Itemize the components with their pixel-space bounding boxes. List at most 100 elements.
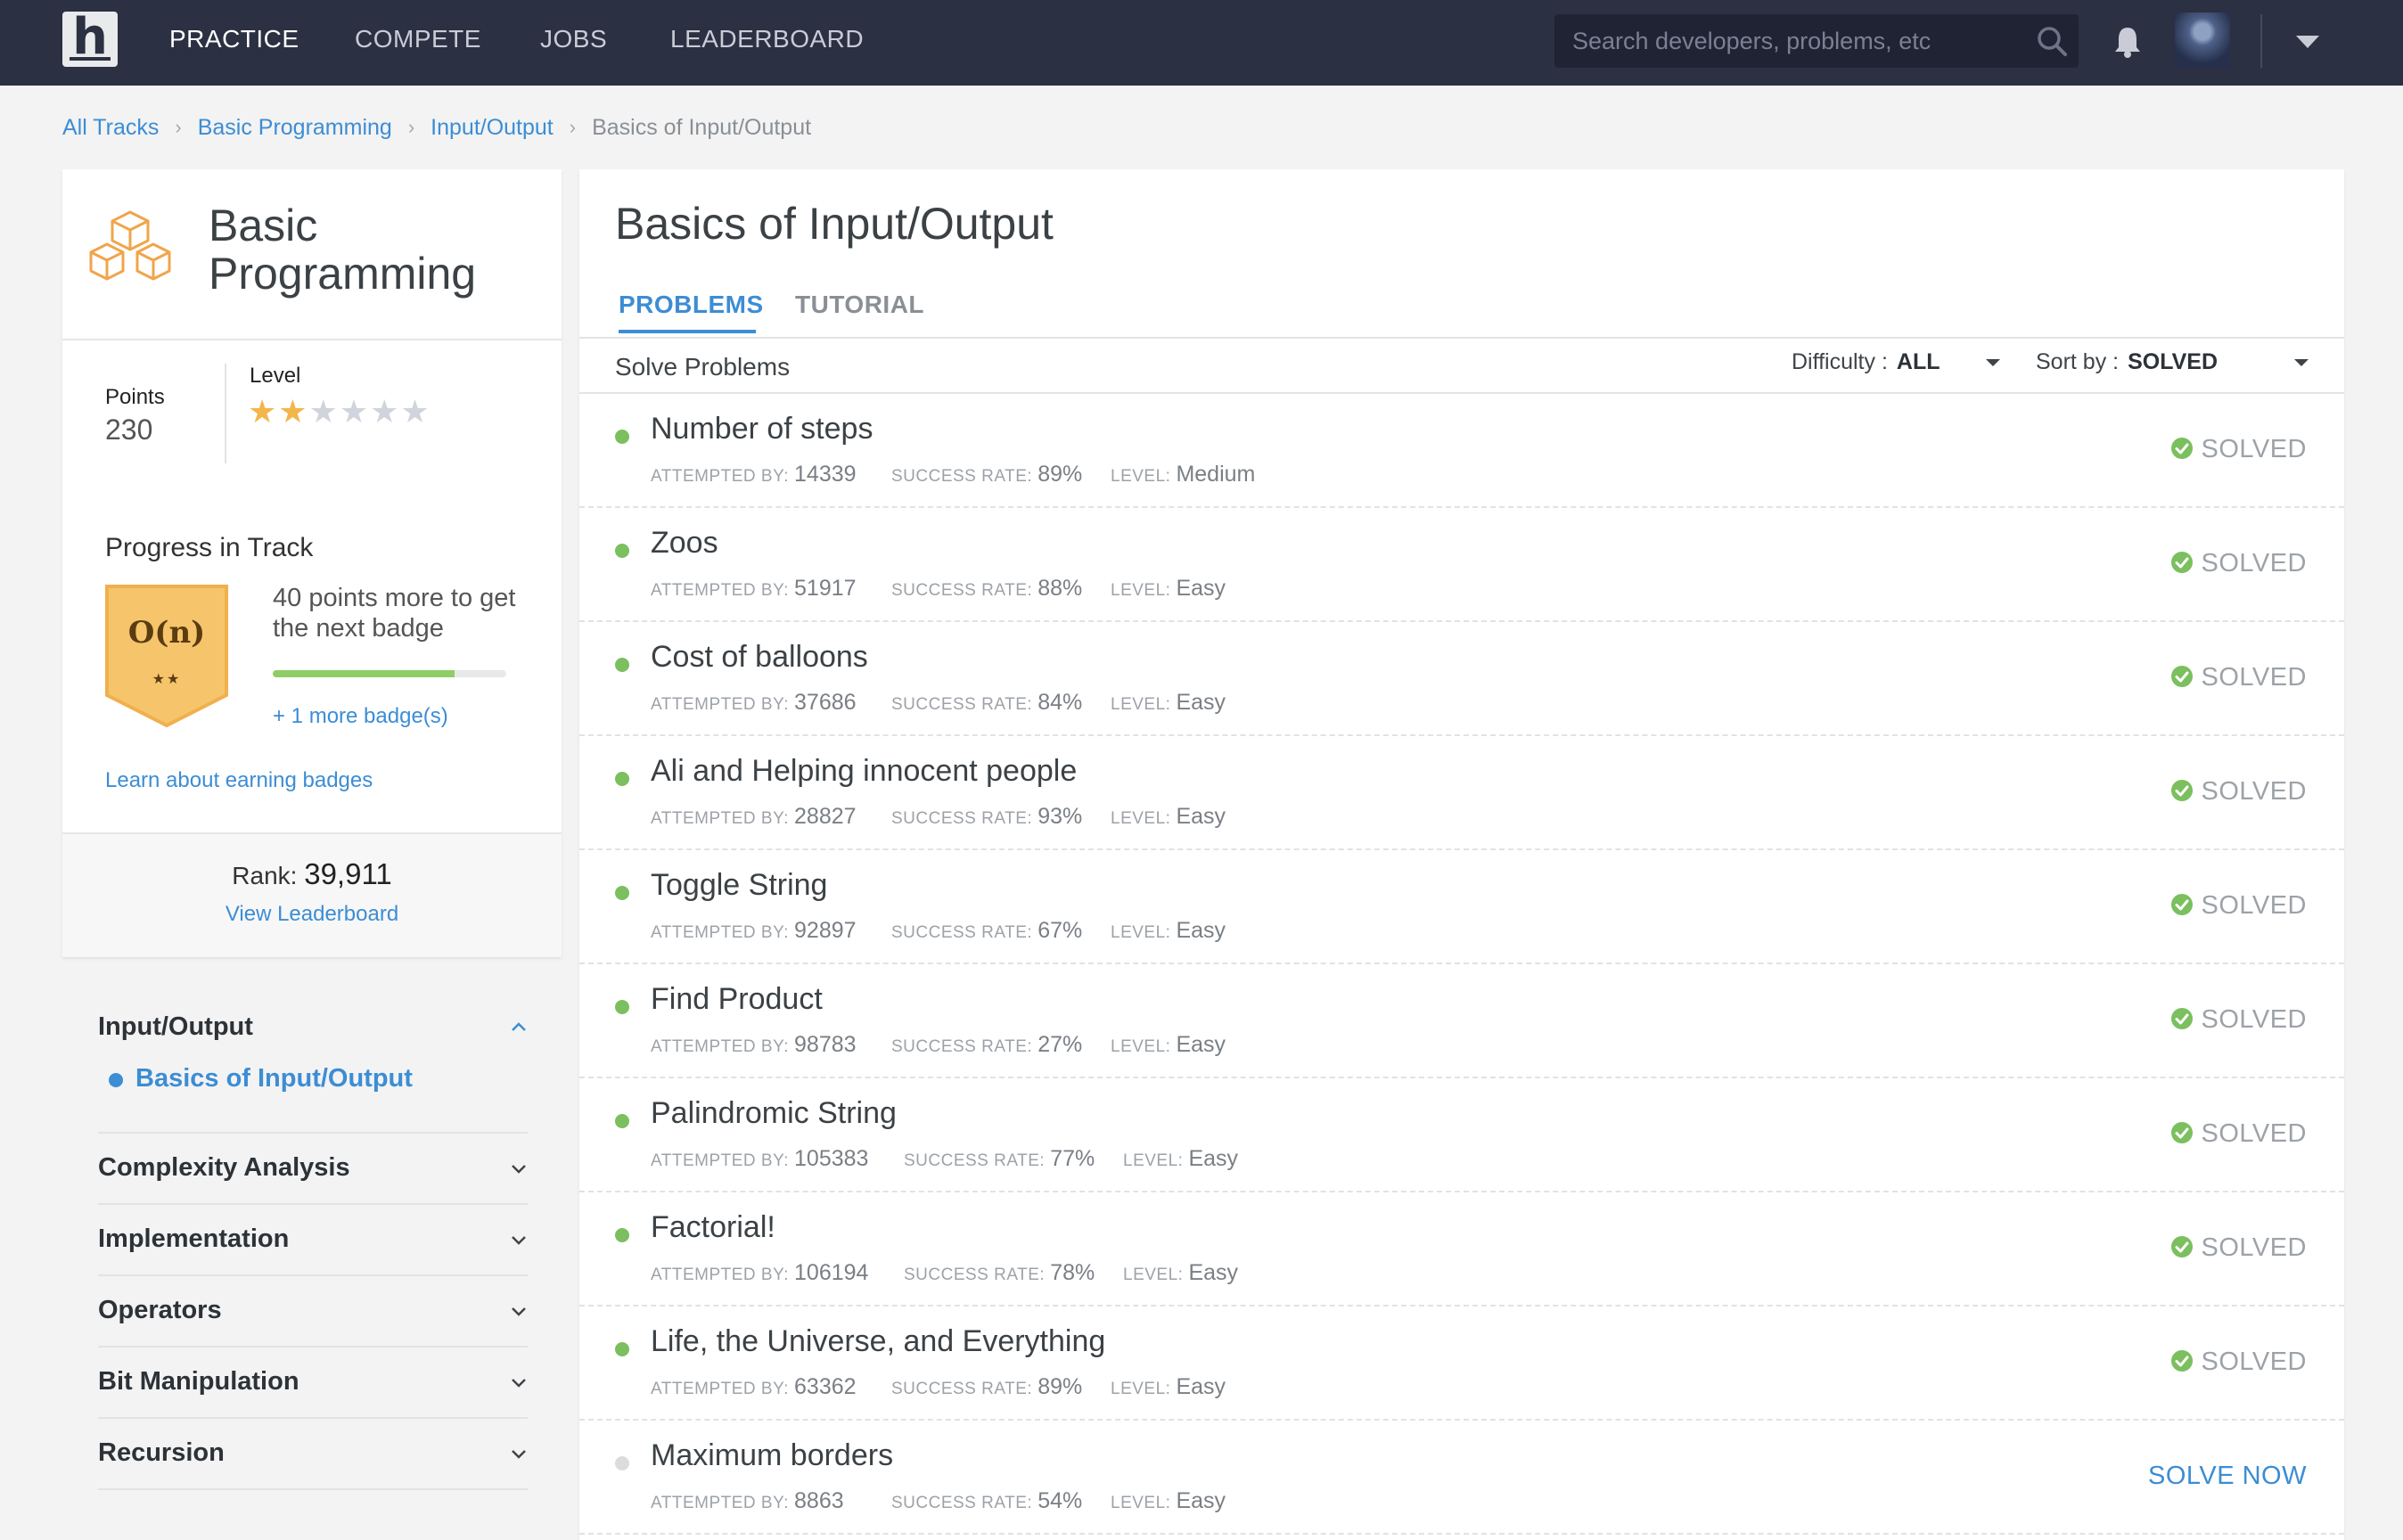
solved-label: SOLVED [2201, 549, 2307, 578]
problem-row[interactable]: Number of steps ATTEMPTED BY: 14339 SUCCESS… [579, 394, 2344, 508]
problem-row[interactable]: Cost of balloons ATTEMPTED BY: 37686 SUCCES… [579, 622, 2344, 736]
problem-name[interactable]: Palindromic String [651, 1096, 897, 1131]
attempted-by-label: ATTEMPTED BY: [651, 809, 790, 828]
sort-filter[interactable]: Sort by : SOLVED [2036, 349, 2218, 375]
problem-name[interactable]: Ali and Helping innocent people [651, 754, 1077, 789]
nav-compete[interactable]: COMPETE [355, 25, 481, 53]
problem-name[interactable]: Toggle String [651, 868, 827, 903]
success-rate: SUCCESS RATE: 67% [891, 918, 1082, 944]
difficulty-level-label: LEVEL: [1111, 1494, 1171, 1512]
problem-name[interactable]: Number of steps [651, 412, 873, 446]
check-circle-icon [2171, 1350, 2194, 1372]
user-avatar[interactable] [2175, 12, 2230, 68]
check-circle-icon [2171, 1008, 2194, 1029]
topic-label: Complexity Analysis [98, 1153, 350, 1182]
breadcrumb-current: Basics of Input/Output [592, 114, 812, 140]
difficulty-level-value: Easy [1176, 804, 1226, 829]
chevron-down-icon[interactable] [510, 1449, 528, 1460]
problem-row[interactable]: Zoos ATTEMPTED BY: 51917 SUCCESS RATE: 88% LE… [579, 508, 2344, 622]
problem-name[interactable]: Life, the Universe, and Everything [651, 1324, 1105, 1359]
problem-row[interactable]: Factorial! ATTEMPTED BY: 106194 SUCCESS RAT… [579, 1192, 2344, 1307]
topic-bit-manipulation[interactable]: Bit Manipulation [98, 1348, 528, 1419]
nav-jobs[interactable]: JOBS [540, 25, 607, 53]
problem-name[interactable]: Maximum borders [651, 1438, 893, 1473]
topic-recursion[interactable]: Recursion [98, 1419, 528, 1490]
difficulty-filter[interactable]: Difficulty : ALL [1792, 349, 1940, 375]
search-icon[interactable] [2036, 25, 2068, 57]
attempted-by: ATTEMPTED BY: 14339 [651, 462, 857, 487]
top-navbar: h PRACTICE COMPETE JOBS LEADERBOARD [0, 0, 2403, 86]
check-circle-icon [2171, 666, 2194, 687]
status-dot [615, 544, 629, 558]
chevron-down-icon[interactable] [510, 1235, 528, 1246]
success-rate-label: SUCCESS RATE: [891, 809, 1033, 828]
attempted-by: ATTEMPTED BY: 98783 [651, 1032, 857, 1058]
problem-row[interactable]: Palindromic String ATTEMPTED BY: 105383 SUC… [579, 1078, 2344, 1192]
success-rate-value: 88% [1037, 576, 1083, 601]
problem-row[interactable]: Maximum borders ATTEMPTED BY: 8863 SUCCESS … [579, 1421, 2344, 1535]
chevron-down-icon[interactable] [510, 1307, 528, 1317]
chevron-up-icon[interactable] [510, 1021, 528, 1032]
difficulty-level-value: Easy [1176, 1032, 1226, 1057]
chevron-down-icon[interactable] [510, 1378, 528, 1388]
subtopic-basics-input-output[interactable]: Basics of Input/Output [135, 1064, 413, 1094]
problem-name[interactable]: Find Product [651, 982, 823, 1017]
solved-label: SOLVED [2201, 1348, 2307, 1376]
attempted-by-label: ATTEMPTED BY: [651, 1151, 790, 1170]
success-rate: SUCCESS RATE: 54% [891, 1488, 1082, 1514]
breadcrumb-all-tracks[interactable]: All Tracks [62, 115, 159, 141]
hackerearth-logo[interactable]: h [62, 12, 118, 67]
search-input[interactable] [1572, 14, 2018, 68]
difficulty-level: LEVEL: Easy [1123, 1146, 1238, 1172]
solved-status: SOLVED [2170, 1348, 2307, 1377]
tab-tutorial[interactable]: TUTORIAL [795, 291, 924, 319]
chevron-down-icon[interactable] [510, 1164, 528, 1175]
more-badges-link[interactable]: + 1 more badge(s) [273, 704, 448, 729]
solve-now-button[interactable]: SOLVE NOW [2148, 1462, 2307, 1491]
problem-row[interactable]: Ali and Helping innocent people ATTEMPTED… [579, 736, 2344, 850]
chevron-down-icon[interactable] [2296, 34, 2319, 50]
topic-operators[interactable]: Operators [98, 1276, 528, 1348]
problem-name[interactable]: Zoos [651, 526, 718, 561]
difficulty-value: ALL [1896, 349, 1940, 374]
solved-status: SOLVED [2170, 891, 2307, 921]
topic-implementation[interactable]: Implementation [98, 1205, 528, 1276]
view-leaderboard-link[interactable]: View Leaderboard [62, 902, 562, 927]
attempted-by: ATTEMPTED BY: 92897 [651, 918, 857, 944]
nav-leaderboard[interactable]: LEADERBOARD [670, 25, 864, 53]
learn-badges-link[interactable]: Learn about earning badges [105, 768, 373, 793]
attempted-by-value: 98783 [794, 1032, 857, 1057]
check-circle-icon [2171, 780, 2194, 801]
success-rate: SUCCESS RATE: 77% [904, 1146, 1095, 1172]
star-empty-icon: ★ [370, 393, 401, 430]
problem-row[interactable]: Find Product ATTEMPTED BY: 98783 SUCCESS RA… [579, 964, 2344, 1078]
attempted-by: ATTEMPTED BY: 37686 [651, 690, 857, 716]
problem-name[interactable]: Factorial! [651, 1210, 775, 1245]
status-dot [615, 886, 629, 900]
topic-label: Input/Output [98, 1012, 253, 1041]
attempted-by-label: ATTEMPTED BY: [651, 581, 790, 600]
topic-complexity-analysis[interactable]: Complexity Analysis [98, 1134, 528, 1205]
notification-bell-icon[interactable] [2112, 25, 2143, 59]
difficulty-level: LEVEL: Easy [1111, 690, 1226, 716]
check-circle-icon [2171, 1236, 2194, 1257]
chevron-down-icon[interactable] [1986, 358, 2000, 367]
solved-status: SOLVED [2170, 777, 2307, 807]
problem-name[interactable]: Cost of balloons [651, 640, 868, 675]
attempted-by-label: ATTEMPTED BY: [651, 467, 790, 486]
breadcrumb-separator-icon: › [569, 116, 577, 139]
chevron-down-icon[interactable] [2294, 358, 2309, 367]
search-box [1554, 14, 2079, 68]
attempted-by-value: 14339 [794, 462, 857, 487]
stat-divider [225, 364, 226, 463]
success-rate-value: 27% [1037, 1032, 1083, 1057]
problem-row[interactable]: Life, the Universe, and Everything ATTEMP… [579, 1307, 2344, 1421]
tab-problems[interactable]: PROBLEMS [619, 291, 764, 319]
check-circle-icon [2171, 438, 2194, 459]
check-circle-icon [2171, 894, 2194, 915]
problem-row[interactable]: Toggle String ATTEMPTED BY: 92897 SUCCESS R… [579, 850, 2344, 964]
breadcrumb-basic-programming[interactable]: Basic Programming [198, 115, 392, 141]
nav-practice[interactable]: PRACTICE [169, 25, 299, 53]
breadcrumb-input-output[interactable]: Input/Output [431, 115, 554, 141]
attempted-by-value: 63362 [794, 1374, 857, 1399]
